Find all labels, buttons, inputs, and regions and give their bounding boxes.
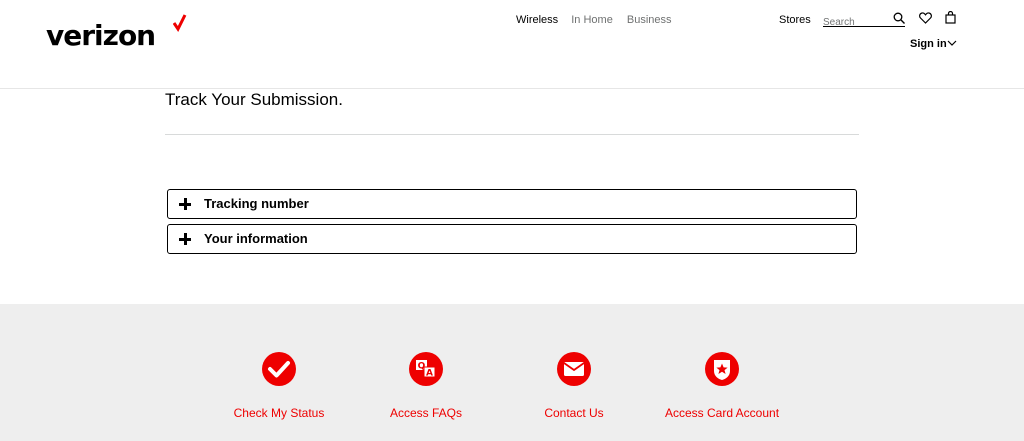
plus-icon <box>179 197 193 211</box>
nav-business[interactable]: Business <box>627 14 672 26</box>
site-header: verizon Wireless In Home Business Stores… <box>0 0 1024 89</box>
svg-text:A: A <box>426 369 433 379</box>
plus-icon <box>179 232 193 246</box>
sign-in-link[interactable]: Sign in <box>910 38 947 50</box>
accordion-tracking-number[interactable]: Tracking number <box>167 189 857 219</box>
search-input[interactable] <box>823 17 889 28</box>
feature-label: Access FAQs <box>389 406 463 420</box>
star-badge-icon <box>705 352 739 386</box>
faq-icon: Q A <box>409 352 443 386</box>
stores-link[interactable]: Stores <box>779 14 811 26</box>
accordion-your-information[interactable]: Your information <box>167 224 857 254</box>
feature-label: Check My Status <box>233 406 325 420</box>
logo-check-icon <box>173 14 187 32</box>
nav-wireless[interactable]: Wireless <box>516 14 558 26</box>
page-title: Track Your Submission. <box>165 90 343 109</box>
heart-icon[interactable] <box>919 12 932 24</box>
search-box <box>823 12 905 28</box>
accordion-label: Tracking number <box>204 196 309 211</box>
feature-label: Access Card Account <box>664 406 780 420</box>
footer-features: Check My Status Q A Access FAQs Contact … <box>0 304 1024 441</box>
nav-in-home[interactable]: In Home <box>571 14 613 26</box>
bag-icon[interactable] <box>945 11 956 24</box>
check-circle-icon <box>262 352 296 386</box>
envelope-icon <box>557 352 591 386</box>
search-icon[interactable] <box>893 12 905 24</box>
feature-label: Contact Us <box>544 406 604 420</box>
verizon-logo[interactable]: verizon <box>46 16 156 56</box>
main-nav: Wireless In Home Business <box>516 14 681 26</box>
chevron-down-icon[interactable] <box>947 39 957 47</box>
divider <box>165 134 859 135</box>
accordion-label: Your information <box>204 231 308 246</box>
